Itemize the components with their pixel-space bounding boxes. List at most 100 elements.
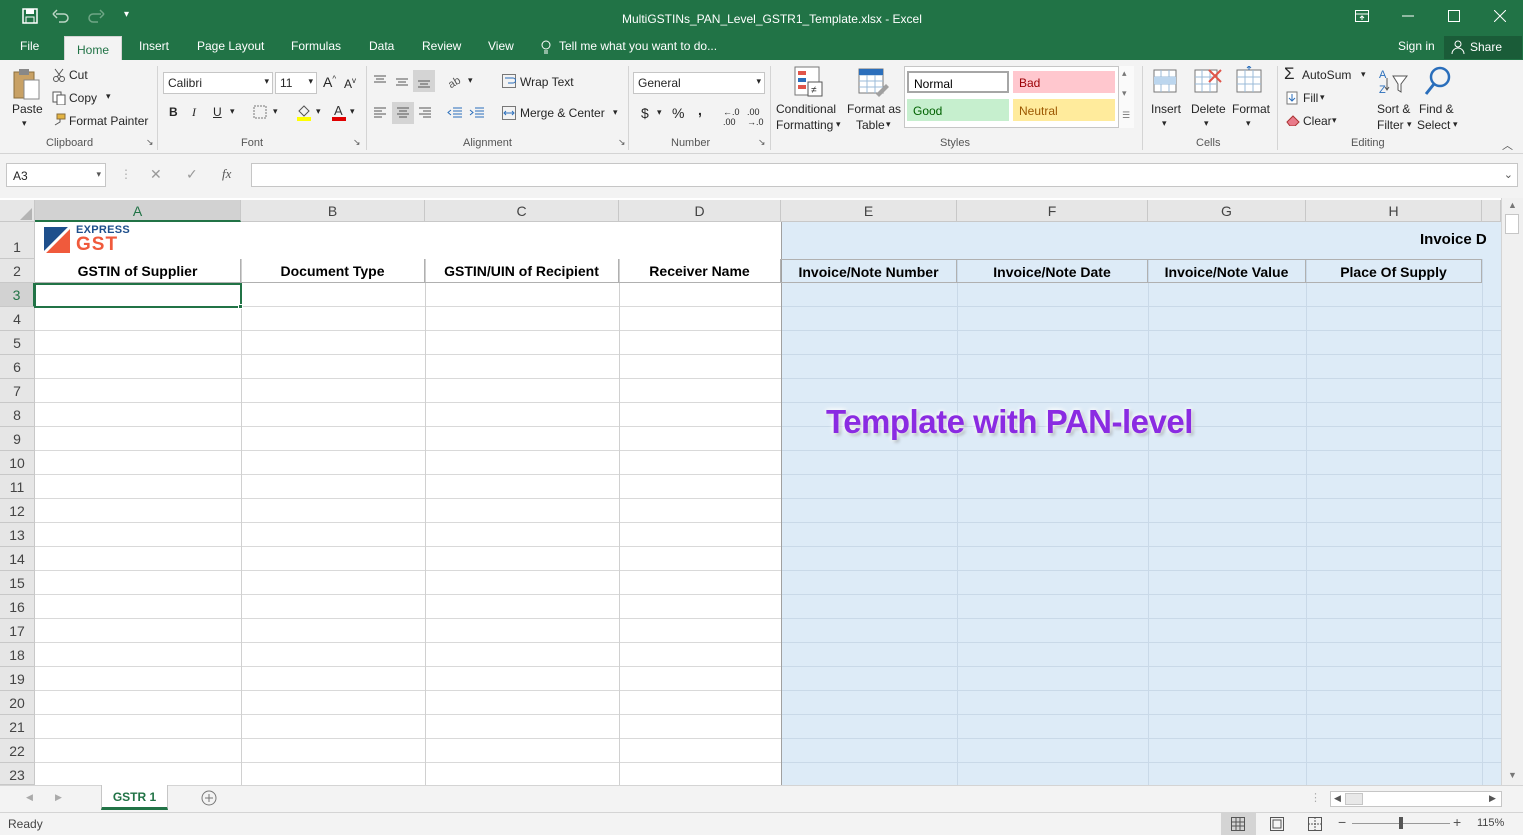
zoom-level[interactable]: 115% [1477, 817, 1504, 829]
clear-button[interactable]: Clear [1303, 114, 1332, 128]
scroll-left-icon[interactable]: ◀ [1334, 793, 1341, 804]
h-scroll-thumb[interactable] [1345, 793, 1363, 805]
fill-button[interactable]: Fill [1303, 91, 1318, 105]
style-good[interactable]: Good [907, 99, 1009, 121]
copy-button[interactable]: Copy [69, 91, 97, 105]
page-break-view-icon[interactable] [1308, 817, 1322, 831]
delete-cells-button[interactable]: Delete ▾ [1189, 64, 1227, 136]
tab-formulas[interactable]: Formulas [291, 39, 341, 53]
save-icon[interactable] [22, 8, 38, 24]
italic-button[interactable]: I [192, 105, 196, 120]
format-painter-button[interactable]: Format Painter [69, 114, 148, 128]
number-launcher-icon[interactable]: ↘ [758, 137, 766, 148]
font-color-icon[interactable]: A [331, 103, 347, 121]
decrease-decimal-icon[interactable]: .00 →.0 [747, 107, 764, 127]
tab-scroll-right-icon[interactable]: ▶ [55, 792, 62, 803]
zoom-out-icon[interactable]: − [1338, 814, 1346, 830]
tab-view[interactable]: View [488, 39, 514, 53]
align-right-icon[interactable] [418, 106, 432, 120]
font-name-dropdown[interactable]: Calibri ▾ [163, 72, 273, 94]
sort-filter-button[interactable]: AZ Sort & Filter ▾ [1375, 64, 1415, 136]
row-header[interactable]: 8 [0, 403, 35, 427]
header-receiver-name[interactable]: Receiver Name [619, 259, 781, 283]
bold-button[interactable]: B [169, 105, 178, 119]
autosum-button[interactable]: AutoSum [1302, 68, 1351, 82]
row-header[interactable]: 14 [0, 547, 35, 571]
tell-me-search[interactable]: Tell me what you want to do... [559, 39, 717, 53]
name-box[interactable]: A3 ▾ [6, 163, 106, 187]
expand-formula-bar-icon[interactable]: ⌄ [1504, 168, 1513, 181]
scroll-down-icon[interactable]: ▼ [1508, 770, 1517, 780]
fill-color-dropdown-icon[interactable]: ▾ [316, 106, 321, 117]
header-place-of-supply[interactable]: Place Of Supply [1306, 259, 1482, 283]
column-header-next[interactable] [1482, 200, 1501, 222]
insert-cells-button[interactable]: Insert ▾ [1148, 64, 1184, 136]
conditional-formatting-button[interactable]: ≠ Conditional Formatting ▾ [776, 64, 842, 136]
chevron-up-icon[interactable]: ▴ [1122, 68, 1127, 79]
split-handle-icon[interactable]: ⋮ [1310, 791, 1321, 804]
row-header[interactable]: 11 [0, 475, 35, 499]
insert-function-icon[interactable]: fx [222, 166, 231, 182]
merge-center-button[interactable]: Merge & Center [520, 106, 605, 120]
row-header[interactable]: 5 [0, 331, 35, 355]
row-header[interactable]: 9 [0, 427, 35, 451]
font-launcher-icon[interactable]: ↘ [353, 137, 361, 148]
row-header[interactable]: 18 [0, 643, 35, 667]
share-button[interactable]: Share [1444, 36, 1522, 59]
orientation-icon[interactable]: ab [448, 74, 466, 88]
tab-scroll-left-icon[interactable]: ◀ [26, 792, 33, 803]
percent-button[interactable]: % [672, 105, 684, 121]
cut-button[interactable]: Cut [69, 68, 88, 82]
page-layout-view-icon[interactable] [1270, 817, 1284, 831]
minimize-icon[interactable] [1402, 15, 1414, 17]
row-header[interactable]: 21 [0, 715, 35, 739]
fill-dropdown-icon[interactable]: ▾ [1320, 92, 1325, 103]
column-header-c[interactable]: C [425, 200, 619, 222]
fill-handle[interactable] [238, 304, 243, 309]
align-left-icon[interactable] [373, 106, 387, 120]
currency-dropdown-icon[interactable]: ▾ [657, 107, 662, 118]
row-header[interactable]: 13 [0, 523, 35, 547]
middle-align-icon[interactable] [395, 74, 409, 88]
row-header[interactable]: 17 [0, 619, 35, 643]
fill-color-icon[interactable] [296, 103, 312, 121]
row-header[interactable]: 23 [0, 763, 35, 785]
tab-insert[interactable]: Insert [139, 39, 169, 53]
tab-page-layout[interactable]: Page Layout [197, 39, 264, 53]
align-center-button[interactable] [392, 102, 414, 124]
style-normal[interactable]: Normal [907, 71, 1009, 93]
column-header-b[interactable]: B [241, 200, 425, 222]
row-header-selected[interactable]: 3 [0, 283, 35, 307]
chevron-down-icon[interactable]: ▾ [1122, 88, 1127, 99]
merge-dropdown-icon[interactable]: ▾ [613, 107, 618, 118]
borders-icon[interactable] [253, 105, 267, 119]
normal-view-button[interactable] [1221, 813, 1256, 835]
collapse-ribbon-icon[interactable]: ︿ [1502, 137, 1513, 153]
zoom-in-icon[interactable]: + [1453, 814, 1461, 830]
column-header-f[interactable]: F [957, 200, 1148, 222]
horizontal-scrollbar[interactable]: ◀ ▶ [1330, 791, 1502, 807]
header-gstin-recipient[interactable]: GSTIN/UIN of Recipient [425, 259, 619, 283]
style-neutral[interactable]: Neutral [1013, 99, 1115, 121]
close-icon[interactable] [1494, 10, 1506, 22]
alignment-launcher-icon[interactable]: ↘ [618, 137, 626, 148]
row-header[interactable]: 10 [0, 451, 35, 475]
number-format-dropdown[interactable]: General ▾ [633, 72, 765, 94]
format-cells-button[interactable]: Format ▾ [1230, 64, 1270, 136]
comma-button[interactable]: , [698, 102, 702, 118]
increase-font-icon[interactable]: A^ [323, 74, 336, 90]
scroll-up-icon[interactable]: ▲ [1508, 200, 1517, 210]
row-header[interactable]: 15 [0, 571, 35, 595]
ribbon-display-options-icon[interactable] [1355, 10, 1369, 22]
row-header[interactable]: 1 [0, 222, 35, 259]
tab-data[interactable]: Data [369, 39, 394, 53]
row-header[interactable]: 6 [0, 355, 35, 379]
decrease-font-icon[interactable]: Av [344, 76, 356, 91]
row-header[interactable]: 12 [0, 499, 35, 523]
sign-in-link[interactable]: Sign in [1398, 39, 1435, 53]
clear-dropdown-icon[interactable]: ▾ [1332, 115, 1337, 126]
header-invoice-number[interactable]: Invoice/Note Number [781, 259, 957, 283]
borders-dropdown-icon[interactable]: ▾ [273, 106, 278, 117]
row-header[interactable]: 22 [0, 739, 35, 763]
tab-home[interactable]: Home [64, 36, 123, 60]
